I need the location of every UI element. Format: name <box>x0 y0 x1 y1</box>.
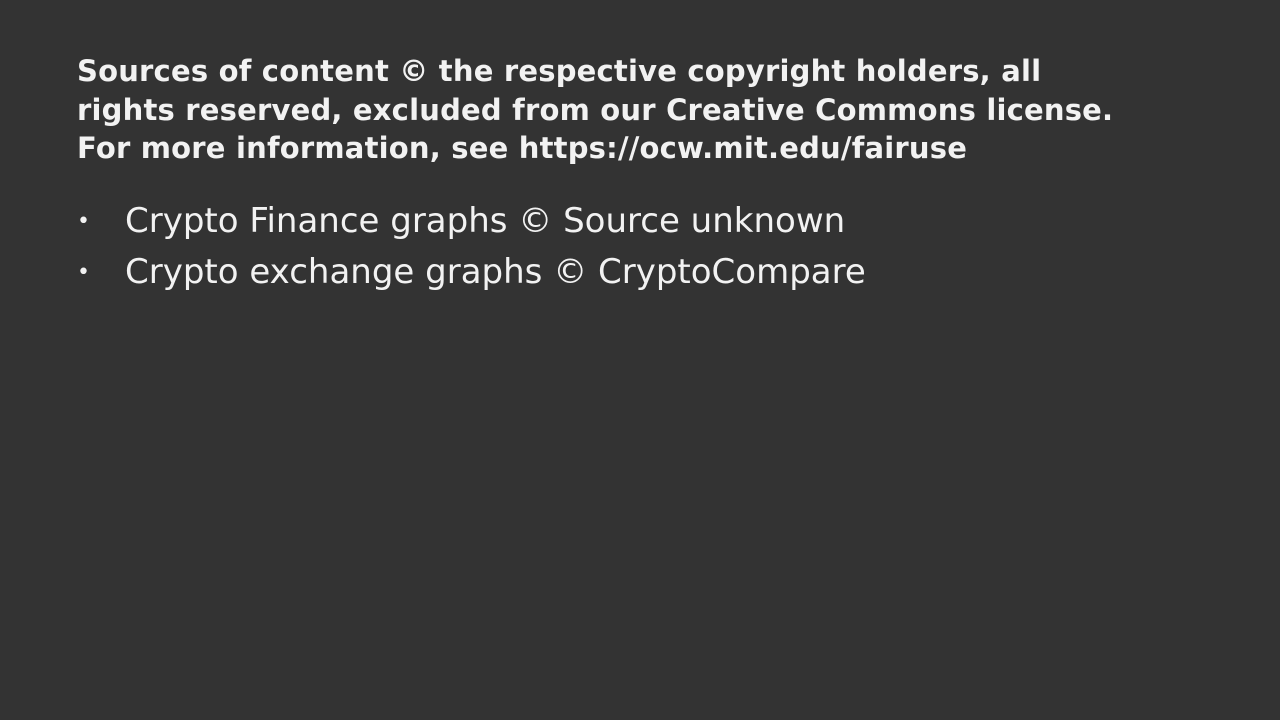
copyright-notice: Sources of content © the respective copy… <box>77 52 1227 168</box>
notice-line: rights reserved, excluded from our Creat… <box>77 92 1114 127</box>
notice-line: For more information, see https://ocw.mi… <box>77 131 968 165</box>
bullet-icon: • <box>77 209 90 234</box>
credit-item: • Crypto exchange graphs © CryptoCompare <box>77 247 866 298</box>
notice-line: Sources of content © the respective copy… <box>77 54 1042 88</box>
credits-list: • Crypto Finance graphs © Source unknown… <box>77 196 866 298</box>
credit-text: Crypto Finance graphs © Source unknown <box>125 201 846 241</box>
credit-text: Crypto exchange graphs © CryptoCompare <box>125 252 866 292</box>
slide: Sources of content © the respective copy… <box>0 0 1280 720</box>
credit-item: • Crypto Finance graphs © Source unknown <box>77 196 866 247</box>
bullet-icon: • <box>77 260 90 285</box>
